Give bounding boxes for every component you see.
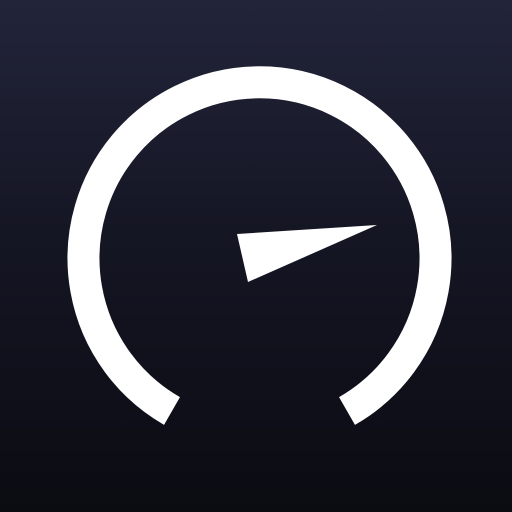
app-icon (0, 0, 512, 512)
speedometer-icon (67, 66, 452, 425)
gauge-needle (237, 225, 377, 282)
